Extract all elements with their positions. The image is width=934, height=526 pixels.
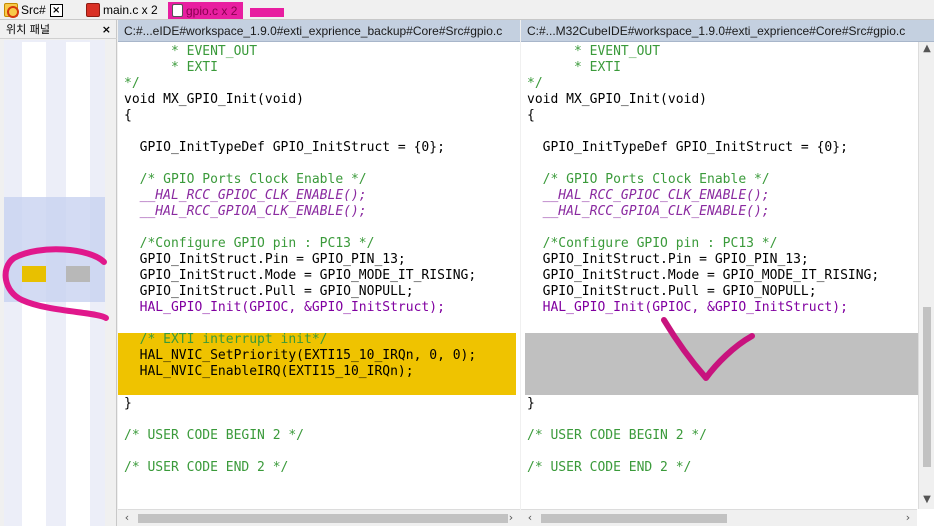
code-line[interactable]: * EVENT_OUT bbox=[527, 44, 879, 60]
code-line[interactable]: */ bbox=[527, 76, 879, 92]
code-line[interactable] bbox=[124, 124, 476, 140]
code-line[interactable]: void MX_GPIO_Init(void) bbox=[124, 92, 476, 108]
code-line[interactable]: /* USER CODE END 2 */ bbox=[527, 460, 879, 476]
close-icon[interactable]: × bbox=[49, 3, 63, 17]
tab-main-label: main.c x 2 bbox=[103, 3, 158, 17]
visible-region-indicator[interactable] bbox=[4, 197, 105, 302]
code-line[interactable]: GPIO_InitStruct.Mode = GPIO_MODE_IT_RISI… bbox=[527, 268, 880, 284]
code-line[interactable]: __HAL_RCC_GPIOC_CLK_ENABLE(); bbox=[527, 188, 879, 204]
code-line[interactable]: /* GPIO Ports Clock Enable */ bbox=[527, 172, 879, 188]
source-folder-icon bbox=[4, 3, 19, 18]
code-line[interactable] bbox=[527, 220, 879, 236]
code-line[interactable] bbox=[124, 412, 476, 428]
left-code[interactable]: * EVENT_OUT * EXTI */void MX_GPIO_Init(vo… bbox=[124, 44, 476, 476]
diff-marker-added[interactable] bbox=[22, 266, 46, 282]
scroll-thumb[interactable] bbox=[541, 514, 727, 523]
tab-gpio-label: gpio.c x 2 bbox=[186, 3, 238, 18]
file-icon bbox=[172, 4, 183, 17]
code-line[interactable]: * EXTI bbox=[124, 60, 476, 76]
code-line[interactable] bbox=[527, 412, 879, 428]
right-file-path: C:#...M32CubeIDE#workspace_1.9.0#exti_ex… bbox=[521, 20, 934, 42]
code-line[interactable]: { bbox=[527, 108, 879, 124]
left-editor[interactable]: C:#...eIDE#workspace_1.9.0#exti_exprienc… bbox=[118, 20, 520, 526]
scroll-down-icon[interactable]: ▼ bbox=[920, 494, 934, 508]
code-line[interactable] bbox=[527, 380, 879, 396]
tab-main-c[interactable]: main.c x 2 bbox=[86, 0, 158, 20]
code-line[interactable]: GPIO_InitTypeDef GPIO_InitStruct = {0}; bbox=[124, 140, 476, 156]
code-line[interactable]: } bbox=[527, 396, 879, 412]
code-line[interactable]: */ bbox=[124, 76, 476, 92]
code-line[interactable]: /*Configure GPIO pin : PC13 */ bbox=[527, 236, 879, 252]
code-line[interactable]: * EXTI bbox=[527, 60, 879, 76]
code-line[interactable] bbox=[124, 380, 476, 396]
right-horizontal-scrollbar[interactable]: ‹ › bbox=[521, 509, 917, 526]
code-line[interactable] bbox=[527, 124, 879, 140]
scroll-right-icon[interactable]: › bbox=[901, 511, 915, 525]
code-line[interactable]: /* GPIO Ports Clock Enable */ bbox=[124, 172, 476, 188]
code-line[interactable]: __HAL_RCC_GPIOA_CLK_ENABLE(); bbox=[124, 204, 476, 220]
vertical-scrollbar[interactable]: ▲ ▼ bbox=[918, 42, 934, 509]
scroll-right-icon[interactable]: › bbox=[504, 511, 518, 525]
code-line[interactable]: GPIO_InitStruct.Pull = GPIO_NOPULL; bbox=[124, 284, 476, 300]
code-line[interactable]: HAL_GPIO_Init(GPIOC, &GPIO_InitStruct); bbox=[124, 300, 476, 316]
code-line[interactable]: void MX_GPIO_Init(void) bbox=[527, 92, 879, 108]
code-line[interactable]: * EVENT_OUT bbox=[124, 44, 476, 60]
scroll-thumb[interactable] bbox=[923, 307, 931, 467]
location-panel: 위치 패널 × bbox=[0, 20, 117, 526]
code-line[interactable]: __HAL_RCC_GPIOC_CLK_ENABLE(); bbox=[124, 188, 476, 204]
highlight-mark bbox=[250, 8, 284, 17]
scroll-up-icon[interactable]: ▲ bbox=[920, 43, 934, 57]
code-line[interactable]: } bbox=[124, 396, 476, 412]
location-panel-map[interactable] bbox=[4, 40, 105, 526]
code-line[interactable] bbox=[527, 156, 879, 172]
code-line[interactable]: GPIO_InitStruct.Mode = GPIO_MODE_IT_RISI… bbox=[124, 268, 477, 284]
tab-src-label: Src# bbox=[21, 3, 46, 17]
code-line[interactable]: GPIO_InitTypeDef GPIO_InitStruct = {0}; bbox=[527, 140, 879, 156]
c-file-icon bbox=[86, 3, 100, 17]
diff-marker-missing[interactable] bbox=[66, 266, 90, 282]
code-line[interactable] bbox=[527, 364, 879, 380]
right-code[interactable]: * EVENT_OUT * EXTI */void MX_GPIO_Init(vo… bbox=[527, 44, 879, 476]
scroll-left-icon[interactable]: ‹ bbox=[523, 511, 537, 525]
scroll-left-icon[interactable]: ‹ bbox=[120, 511, 134, 525]
close-icon[interactable]: × bbox=[102, 23, 111, 36]
scroll-thumb[interactable] bbox=[138, 514, 508, 523]
code-line[interactable] bbox=[527, 444, 879, 460]
code-line[interactable]: /* USER CODE END 2 */ bbox=[124, 460, 476, 476]
right-editor[interactable]: C:#...M32CubeIDE#workspace_1.9.0#exti_ex… bbox=[521, 20, 934, 526]
code-line[interactable]: HAL_NVIC_EnableIRQ(EXTI15_10_IRQn); bbox=[124, 364, 476, 380]
code-line[interactable]: HAL_GPIO_Init(GPIOC, &GPIO_InitStruct); bbox=[527, 300, 879, 316]
code-line[interactable]: HAL_NVIC_SetPriority(EXTI15_10_IRQn, 0, … bbox=[124, 348, 477, 364]
tab-src[interactable]: Src# × bbox=[4, 0, 63, 20]
code-line[interactable] bbox=[124, 316, 476, 332]
editor-tab-bar: Src# × main.c x 2 gpio.c x 2 bbox=[0, 0, 934, 20]
left-file-path: C:#...eIDE#workspace_1.9.0#exti_exprienc… bbox=[118, 20, 520, 42]
code-line[interactable]: GPIO_InitStruct.Pull = GPIO_NOPULL; bbox=[527, 284, 879, 300]
code-line[interactable]: GPIO_InitStruct.Pin = GPIO_PIN_13; bbox=[527, 252, 879, 268]
code-line[interactable]: __HAL_RCC_GPIOA_CLK_ENABLE(); bbox=[527, 204, 879, 220]
code-line[interactable]: /* EXTI interrupt init*/ bbox=[124, 332, 476, 348]
code-line[interactable]: { bbox=[124, 108, 476, 124]
code-line[interactable]: /* USER CODE BEGIN 2 */ bbox=[527, 428, 879, 444]
code-line[interactable] bbox=[124, 220, 476, 236]
code-line[interactable]: /* USER CODE BEGIN 2 */ bbox=[124, 428, 476, 444]
code-line[interactable] bbox=[124, 156, 476, 172]
left-horizontal-scrollbar[interactable]: ‹ › bbox=[118, 509, 520, 526]
code-line[interactable] bbox=[124, 444, 476, 460]
tab-gpio-c[interactable]: gpio.c x 2 bbox=[168, 2, 244, 19]
code-line[interactable] bbox=[527, 348, 879, 364]
location-panel-header: 위치 패널 × bbox=[0, 20, 117, 39]
code-line[interactable]: /*Configure GPIO pin : PC13 */ bbox=[124, 236, 476, 252]
code-line[interactable] bbox=[527, 332, 879, 348]
code-line[interactable]: GPIO_InitStruct.Pin = GPIO_PIN_13; bbox=[124, 252, 476, 268]
code-line[interactable] bbox=[527, 316, 879, 332]
location-panel-title: 위치 패널 bbox=[6, 23, 50, 36]
